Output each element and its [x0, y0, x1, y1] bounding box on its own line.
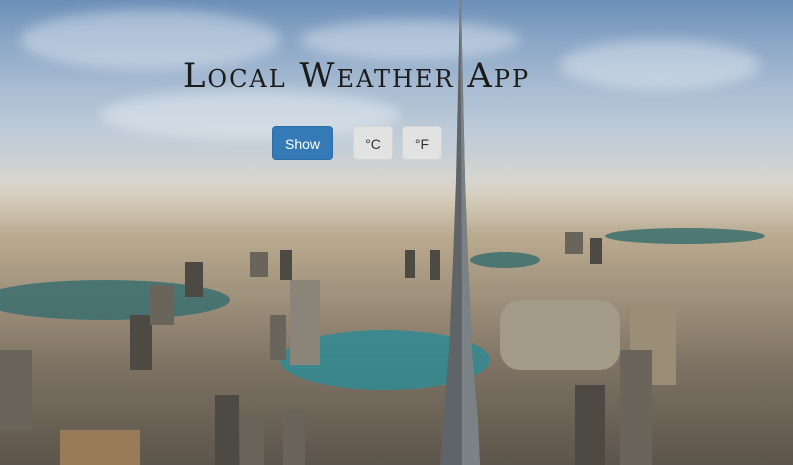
building: [130, 315, 152, 370]
building: [430, 250, 440, 280]
water: [605, 228, 765, 244]
building: [215, 395, 239, 465]
building: [620, 350, 652, 465]
building: [150, 285, 174, 325]
building: [0, 350, 32, 430]
cloud: [300, 20, 520, 60]
page-title: Local Weather App: [182, 56, 531, 96]
building: [185, 262, 203, 297]
horizon-haze: [0, 150, 793, 230]
building: [405, 250, 415, 278]
celsius-button[interactable]: °C: [353, 126, 393, 160]
building: [240, 415, 264, 465]
building: [290, 280, 320, 365]
building: [590, 238, 602, 264]
building: [280, 250, 292, 280]
building: [575, 385, 605, 465]
building: [565, 232, 583, 254]
fahrenheit-button[interactable]: °F: [402, 126, 442, 160]
water: [470, 252, 540, 268]
mall: [500, 300, 620, 370]
building: [250, 252, 268, 277]
building: [60, 430, 140, 465]
show-button[interactable]: Show: [272, 126, 333, 160]
building: [283, 410, 305, 465]
building: [270, 315, 286, 360]
